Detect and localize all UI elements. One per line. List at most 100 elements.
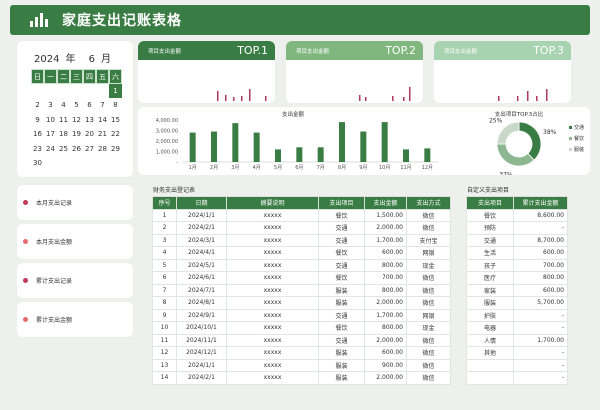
table-row[interactable]: 其他 - [466,346,568,360]
calendar-day[interactable]: 16 [31,127,44,142]
calendar-day[interactable]: 2 [31,98,44,113]
table-row[interactable]: 13 2024/1/1 xxxxx 服装 900.00 微信 [152,358,451,372]
calendar-day[interactable]: 28 [96,142,109,157]
calendar-day [57,84,70,99]
x-tick-label: 11月 [400,165,411,171]
bar-mark [211,131,217,162]
calendar-day[interactable]: 5 [70,98,83,113]
table-row[interactable]: 14 2024/2/1 xxxxx 服装 2,000.00 微信 [152,371,451,385]
calendar-day[interactable]: 21 [96,127,109,142]
top1-card: 项目支出金额 TOP.1 [138,41,275,103]
table-row[interactable]: - [466,358,568,372]
table-cell: 8,600.00 [513,208,568,222]
table-cell: 餐饮 [318,271,365,285]
table-row[interactable]: 5 2024/5/1 xxxxx 交通 800.00 现金 [152,258,451,272]
calendar-day[interactable]: 27 [83,142,96,157]
calendar-day[interactable]: 14 [96,113,109,128]
table-row[interactable]: 9 2024/9/1 xxxxx 交通 1,700.00 网银 [152,308,451,322]
table-cell: 服装 [318,296,365,310]
bar-mark [189,132,196,162]
table-cell: 3 [152,233,177,247]
calendar-day[interactable]: 29 [109,142,122,157]
calendar-day[interactable]: 20 [83,127,96,142]
nav-month-amount[interactable]: 本月支出金额 [17,224,133,259]
table-row[interactable]: 交通 8,700.00 [466,233,568,247]
table-row[interactable]: 10 2024/10/1 xxxxx 餐饮 800.00 现金 [152,321,451,335]
table-row[interactable]: 家装 600.00 [466,283,568,297]
calendar-day[interactable]: 13 [83,113,96,128]
calendar-header: 2024 年 6月 [34,50,117,65]
table-row[interactable]: 人情 1,700.00 [466,333,568,347]
monthly-bar-chart: 支出金额 4,000.00 3,000.00 2,000.00 1,000.00 - 1月 2… [156,110,438,171]
table-row[interactable]: 8 2024/8/1 xxxxx 服装 2,000.00 微信 [152,296,451,310]
nav-total-records[interactable]: 累计支出记录 [17,263,133,298]
table-row[interactable]: 电器 - [466,321,568,335]
table-cell: 1 [152,208,177,222]
calendar-day[interactable]: 9 [31,113,44,128]
calendar-day[interactable]: 12 [70,113,83,128]
table-cell: 13 [152,358,177,372]
table-row[interactable]: 医疗 800.00 [466,271,568,285]
top3-rank: TOP.3 [533,44,564,57]
top2-sparkline [359,87,411,101]
table-cell: 600.00 [513,246,568,260]
calendar-day[interactable]: 25 [57,142,70,157]
x-tick-label: 4月 [253,165,261,171]
calendar-day[interactable]: 11 [57,113,70,128]
column-header: 累计支出金额 [513,196,568,210]
nav-label: 本月支出金额 [36,239,73,246]
calendar-day[interactable]: 24 [44,142,57,157]
table-cell: 14 [152,371,177,385]
table-row[interactable]: 3 2024/3/1 xxxxx 交通 1,700.00 支付宝 [152,233,451,247]
table-row[interactable]: - [466,371,568,385]
calendar-day[interactable]: 23 [31,142,44,157]
calendar-day[interactable]: 4 [57,98,70,113]
calendar-day[interactable]: 1 [109,83,122,98]
column-header: 摘要说明 [226,196,319,210]
table-row[interactable]: 7 2024/7/1 xxxxx 服装 800.00 微信 [152,283,451,297]
bar-mark [339,122,345,162]
table-row[interactable]: 11 2024/11/1 xxxxx 交通 2,000.00 微信 [152,333,451,347]
weekday-label: 六 [109,69,122,84]
calendar-day[interactable]: 8 [109,98,122,113]
table-row[interactable]: 服装 5,700.00 [466,296,568,310]
calendar-day[interactable]: 15 [109,113,122,128]
table-row[interactable]: 6 2024/6/1 xxxxx 餐饮 700.00 微信 [152,271,451,285]
table-row[interactable]: 4 2024/4/1 xxxxx 餐饮 600.00 网银 [152,246,451,260]
table-row[interactable]: 1 2024/1/1 xxxxx 餐饮 1,500.00 微信 [152,208,451,222]
calendar-day[interactable]: 26 [70,142,83,157]
calendar-day[interactable]: 6 [83,98,96,113]
table-row[interactable]: 孩子 700.00 [466,258,568,272]
table-cell: 服装 [318,358,365,372]
nav-month-records[interactable]: 本月支出记录 [17,185,133,220]
calendar-day[interactable]: 19 [70,127,83,142]
table-row[interactable]: 预防 - [466,221,568,235]
table-cell: - [513,221,568,235]
table-row[interactable]: 12 2024/12/1 xxxxx 服装 600.00 微信 [152,346,451,360]
donut-value-label: 37% [499,171,513,175]
table-cell: 服装 [466,296,514,310]
donut-slice [518,121,542,161]
calendar-day[interactable]: 10 [44,113,57,128]
calendar-day[interactable]: 18 [57,127,70,142]
table-cell: 1,500.00 [364,208,407,222]
column-header: 支出项目 [466,196,514,210]
calendar-year[interactable]: 2024 [34,54,59,65]
table-row[interactable]: 2 2024/2/1 xxxxx 交通 2,000.00 微信 [152,221,451,235]
table-row[interactable]: 护肤 - [466,308,568,322]
table-cell: 交通 [318,233,365,247]
table-cell: 700.00 [364,271,407,285]
table-row[interactable]: 餐饮 8,600.00 [466,208,568,222]
calendar-day[interactable]: 3 [44,98,57,113]
bullet-icon [23,239,28,244]
calendar-day[interactable]: 30 [31,156,44,171]
calendar-day[interactable]: 17 [44,127,57,142]
table-cell: 网银 [406,246,451,260]
calendar-month[interactable]: 6 [89,54,95,65]
nav-total-amount[interactable]: 累计支出金额 [17,302,133,337]
table-row[interactable]: 生活 600.00 [466,246,568,260]
calendar-day[interactable]: 7 [96,98,109,113]
calendar-day[interactable]: 22 [109,127,122,142]
table-cell: 2 [152,221,177,235]
table-cell: 微信 [406,271,451,285]
